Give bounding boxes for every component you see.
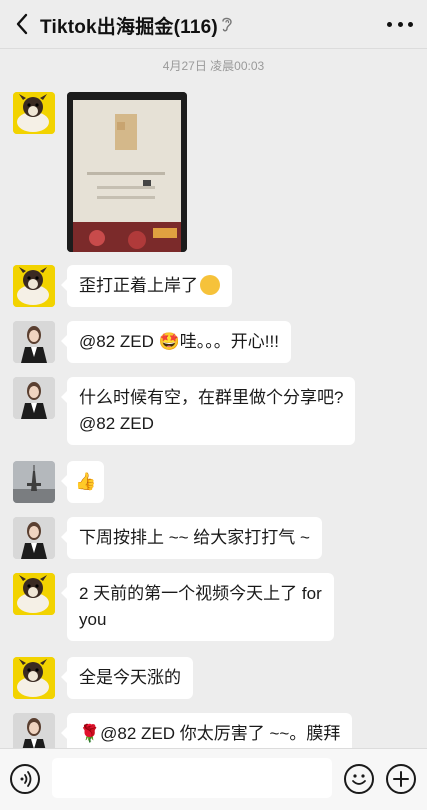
image-message[interactable] — [67, 92, 187, 252]
message-bubble[interactable]: 下周按排上 ~~ 给大家打打气 ~ — [61, 517, 322, 559]
message-line: 什么时候有空，在群里做个分享吧? — [79, 388, 344, 407]
chevron-left-icon[interactable] — [14, 12, 30, 36]
message-row: 👍 — [13, 461, 105, 503]
message-row: @82 ZED 🤩哇。。。开心!!! — [13, 321, 291, 363]
message-bubble[interactable]: 什么时候有空，在群里做个分享吧? @82 ZED — [60, 377, 356, 445]
message-line: 2 天前的第一个视频今天上了 for — [79, 584, 322, 603]
plus-icon[interactable] — [386, 764, 416, 794]
avatar[interactable] — [13, 461, 55, 503]
avatar[interactable] — [13, 517, 55, 559]
grinning-emoji-icon — [200, 275, 220, 295]
input-bar — [0, 748, 427, 810]
message-bubble[interactable]: 👍 — [60, 461, 105, 503]
avatar[interactable] — [13, 377, 55, 419]
ear-icon — [222, 17, 232, 32]
message-bubble[interactable]: 2 天前的第一个视频今天上了 for you — [61, 573, 334, 641]
more-icon[interactable] — [387, 22, 413, 28]
message-row — [13, 92, 187, 252]
voice-icon[interactable] — [10, 764, 40, 794]
message-row: 下周按排上 ~~ 给大家打打气 ~ — [13, 517, 322, 559]
avatar[interactable] — [13, 657, 55, 699]
avatar[interactable] — [13, 573, 55, 615]
emoji-icon[interactable] — [344, 764, 374, 794]
chat-title: Tiktok出海掘金(116) — [40, 17, 218, 38]
avatar[interactable] — [13, 265, 55, 307]
message-row: 歪打正着上岸了 — [13, 265, 232, 307]
message-row: 2 天前的第一个视频今天上了 for you — [13, 573, 334, 641]
message-row: 全是今天涨的 — [13, 657, 193, 699]
chat-header: Tiktok出海掘金(116) — [0, 0, 427, 49]
message-timestamp: 4月27日 凌晨00:03 — [162, 59, 265, 73]
message-row: 什么时候有空，在群里做个分享吧? @82 ZED — [13, 377, 356, 445]
message-line: you — [79, 610, 107, 629]
avatar[interactable] — [13, 321, 55, 363]
message-text: 歪打正着上岸了 — [79, 276, 198, 295]
message-bubble[interactable]: 歪打正着上岸了 — [61, 265, 232, 307]
message-bubble[interactable]: 全是今天涨的 — [61, 657, 193, 699]
message-bubble[interactable]: @82 ZED 🤩哇。。。开心!!! — [61, 321, 291, 363]
avatar[interactable] — [13, 92, 55, 134]
message-input[interactable] — [52, 758, 332, 798]
message-line: @82 ZED — [79, 414, 154, 433]
